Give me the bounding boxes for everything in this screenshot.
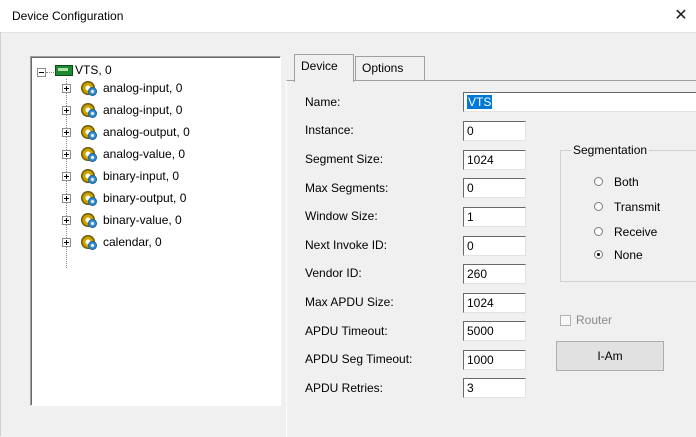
instance-label: Instance: [305,123,354,137]
gears-icon [81,103,97,118]
segmentation-title: Segmentation [571,143,650,157]
device-icon [55,65,73,76]
radio-receive[interactable]: Receive [594,224,684,240]
window-size-field[interactable]: 1 [463,207,526,227]
expand-icon[interactable] [62,194,71,203]
vendor-id-label: Vendor ID: [305,266,362,280]
expand-icon[interactable] [62,84,71,93]
radio-button-icon [594,177,603,186]
tree-item-analog-input-1[interactable]: analog-input, 0 [103,80,182,96]
expand-icon[interactable] [62,128,71,137]
gears-icon [81,81,97,96]
max-apdu-size-field[interactable]: 1024 [463,293,526,313]
vendor-id-field[interactable]: 260 [463,264,526,284]
tree-item-binary-value[interactable]: binary-value, 0 [103,212,182,228]
expand-icon[interactable] [62,238,71,247]
next-invoke-id-field[interactable]: 0 [463,236,526,256]
window-edge [0,32,1,436]
max-apdu-size-label: Max APDU Size: [305,295,394,309]
tab-options[interactable]: Options [355,56,425,81]
gears-icon [81,213,97,228]
gears-icon [81,169,97,184]
apdu-retries-label: APDU Retries: [305,381,384,395]
tree-item-analog-output[interactable]: analog-output, 0 [103,124,190,140]
tree-connector [46,72,54,73]
radio-none[interactable]: None [594,247,684,263]
router-checkbox[interactable] [560,315,571,326]
segment-size-field[interactable]: 1024 [463,150,526,170]
name-label: Name: [305,95,341,109]
apdu-timeout-label: APDU Timeout: [305,324,388,338]
apdu-seg-timeout-field[interactable]: 1000 [463,350,526,370]
tree-item-binary-output[interactable]: binary-output, 0 [103,190,186,206]
segment-size-label: Segment Size: [305,152,384,166]
instance-field[interactable]: 0 [463,121,526,141]
device-configuration-dialog: Device Configuration ✕ VTS, 0 analog-inp… [0,0,696,437]
gears-icon [81,191,97,206]
i-am-button[interactable]: I-Am [556,341,664,371]
tree-item-analog-input-2[interactable]: analog-input, 0 [103,102,182,118]
radio-both-label: Both [614,175,639,189]
object-tree[interactable]: VTS, 0 analog-input, 0 analog-input, 0 a… [30,56,281,406]
radio-none-label: None [614,248,643,262]
apdu-timeout-field[interactable]: 5000 [463,321,526,341]
apdu-retries-field[interactable]: 3 [463,378,526,398]
gears-icon [81,235,97,250]
collapse-icon[interactable] [37,68,46,77]
gears-icon [81,125,97,140]
window-title: Device Configuration [12,9,124,23]
max-segments-field[interactable]: 0 [463,178,526,198]
tab-device[interactable]: Device [294,54,354,82]
title-bar: Device Configuration ✕ [0,0,696,33]
radio-button-selected-icon [594,250,603,259]
expand-icon[interactable] [62,216,71,225]
expand-icon[interactable] [62,150,71,159]
name-value: VTS [467,95,493,109]
close-icon[interactable]: ✕ [666,0,696,32]
radio-transmit-label: Transmit [614,200,661,214]
apdu-seg-timeout-label: APDU Seg Timeout: [305,352,413,366]
radio-receive-label: Receive [614,225,658,239]
radio-both[interactable]: Both [594,174,684,190]
router-label: Router [576,313,613,327]
tree-item-calendar[interactable]: calendar, 0 [103,234,162,250]
name-field[interactable]: VTS [463,92,696,112]
tree-item-vts[interactable]: VTS, 0 [75,62,112,78]
window-size-label: Window Size: [305,209,378,223]
radio-button-icon [594,202,603,211]
radio-button-icon [594,227,603,236]
gears-icon [81,147,97,162]
tree-item-analog-value[interactable]: analog-value, 0 [103,146,185,162]
max-segments-label: Max Segments: [305,181,389,195]
expand-icon[interactable] [62,106,71,115]
next-invoke-id-label: Next Invoke ID: [305,238,388,252]
radio-transmit[interactable]: Transmit [594,199,684,215]
expand-icon[interactable] [62,172,71,181]
tree-item-binary-input[interactable]: binary-input, 0 [103,168,179,184]
